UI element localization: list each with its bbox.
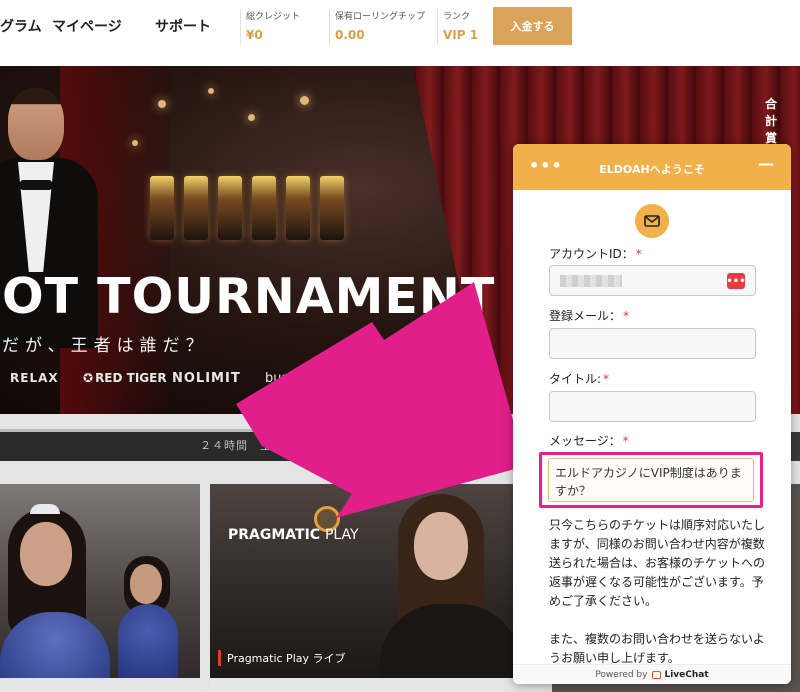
chat-header: ••• ELDOAHへようこそ — xyxy=(513,144,791,190)
livechat-logo-icon xyxy=(652,670,662,679)
dealer-illustration xyxy=(0,494,110,692)
live-strip-text: ２４時間 生中継中！ xyxy=(200,439,320,452)
stat-label: ランク xyxy=(443,12,471,22)
logo-text: PRAGMATIC xyxy=(228,527,321,543)
card-bottom-bar xyxy=(0,678,200,692)
stat-value: VIP 1 xyxy=(443,28,479,42)
mail-icon xyxy=(635,204,669,238)
nav-support[interactable]: サポート xyxy=(155,16,211,36)
chat-notice: 只今こちらのチケットは順序対応いたしますが、同様のお問い合わせ内容が複数送られた… xyxy=(549,516,769,684)
chat-title: ELDOAHへようこそ xyxy=(599,163,705,176)
total-credit-stat: 総クレジット ¥0 xyxy=(240,9,326,45)
side-prize-text: 合計賞 xyxy=(764,97,777,145)
rolling-chip-stat: 保有ローリングチップ 0.00 xyxy=(329,9,433,45)
livechat-widget: ••• ELDOAHへようこそ — アカウントID： * ••• 登録メール： * … xyxy=(513,144,791,684)
stat-label: 総クレジット xyxy=(246,12,301,22)
notice-paragraph: 只今こちらのチケットは順序対応いたしますが、同様のお問い合わせ内容が複数送られた… xyxy=(549,518,766,608)
email-field[interactable] xyxy=(549,328,756,359)
notice-paragraph: また、複数のお問い合わせを送らないようお願い申し上げます。 xyxy=(549,632,765,665)
provider-logo-relax: RELAX xyxy=(10,371,59,385)
slot-machines-illustration xyxy=(150,176,350,246)
card-caption: Pragmatic Play ライブ xyxy=(218,650,346,666)
dealer-illustration xyxy=(380,494,520,692)
top-header: グラム マイページ サポート 総クレジット ¥0 保有ローリングチップ 0.00… xyxy=(0,0,800,66)
account-id-label: アカウントID： * xyxy=(549,247,642,261)
provider-logo-red-tiger: ✪ RED TIGER xyxy=(83,371,167,385)
message-text: エルドアカジノにVIP制度はありますか？ xyxy=(555,466,742,498)
subject-field[interactable] xyxy=(549,391,756,422)
live-card-pragmatic[interactable]: PRAGMATIC PLAY Pragmatic Play ライブ xyxy=(210,484,542,692)
rank-stat: ランク VIP 1 xyxy=(437,9,487,45)
logo-text: PLAY xyxy=(324,527,359,543)
footer-brand: LiveChat xyxy=(664,669,709,680)
tournament-title: OT TOURNAMENT xyxy=(2,268,496,325)
message-label: メッセージ： * xyxy=(549,434,629,448)
live-card-dealer[interactable] xyxy=(0,484,200,692)
pragmatic-play-logo: PRAGMATIC PLAY xyxy=(228,527,359,543)
nav-mypage[interactable]: マイページ xyxy=(52,16,122,36)
subject-label: タイトル: * xyxy=(549,372,610,386)
provider-logo-bustabit: bustabit xyxy=(265,371,319,386)
message-highlight-box: エルドアカジノにVIP制度はありますか？ xyxy=(539,452,763,508)
account-id-field[interactable]: ••• xyxy=(549,265,756,296)
provider-logo-nolimit: NOLIMIT xyxy=(172,371,241,386)
card-bottom-bar xyxy=(210,678,542,692)
live-bar: ２４時間 生中継中！ xyxy=(0,429,520,461)
stat-value: ¥0 xyxy=(246,28,263,42)
account-id-value-masked xyxy=(560,275,622,287)
dealer-illustration xyxy=(118,554,178,692)
stat-label: 保有ローリングチップ xyxy=(335,12,426,22)
provider-name: RED TIGER xyxy=(95,371,167,385)
stat-value: 0.00 xyxy=(335,28,365,42)
footer-prefix: Powered by xyxy=(595,669,648,680)
autofill-dots-icon[interactable]: ••• xyxy=(726,273,746,289)
chat-footer[interactable]: Powered by LiveChat xyxy=(513,664,791,684)
nav-program[interactable]: グラム xyxy=(0,16,42,36)
email-label: 登録メール： * xyxy=(549,309,630,323)
deposit-button[interactable]: 入金する xyxy=(493,7,572,45)
minimize-icon[interactable]: — xyxy=(758,154,774,173)
tournament-subtitle: だが、王者は誰だ？ xyxy=(2,336,209,356)
message-field[interactable]: エルドアカジノにVIP制度はありますか？ xyxy=(548,458,754,502)
tiger-icon: ✪ xyxy=(83,371,94,385)
